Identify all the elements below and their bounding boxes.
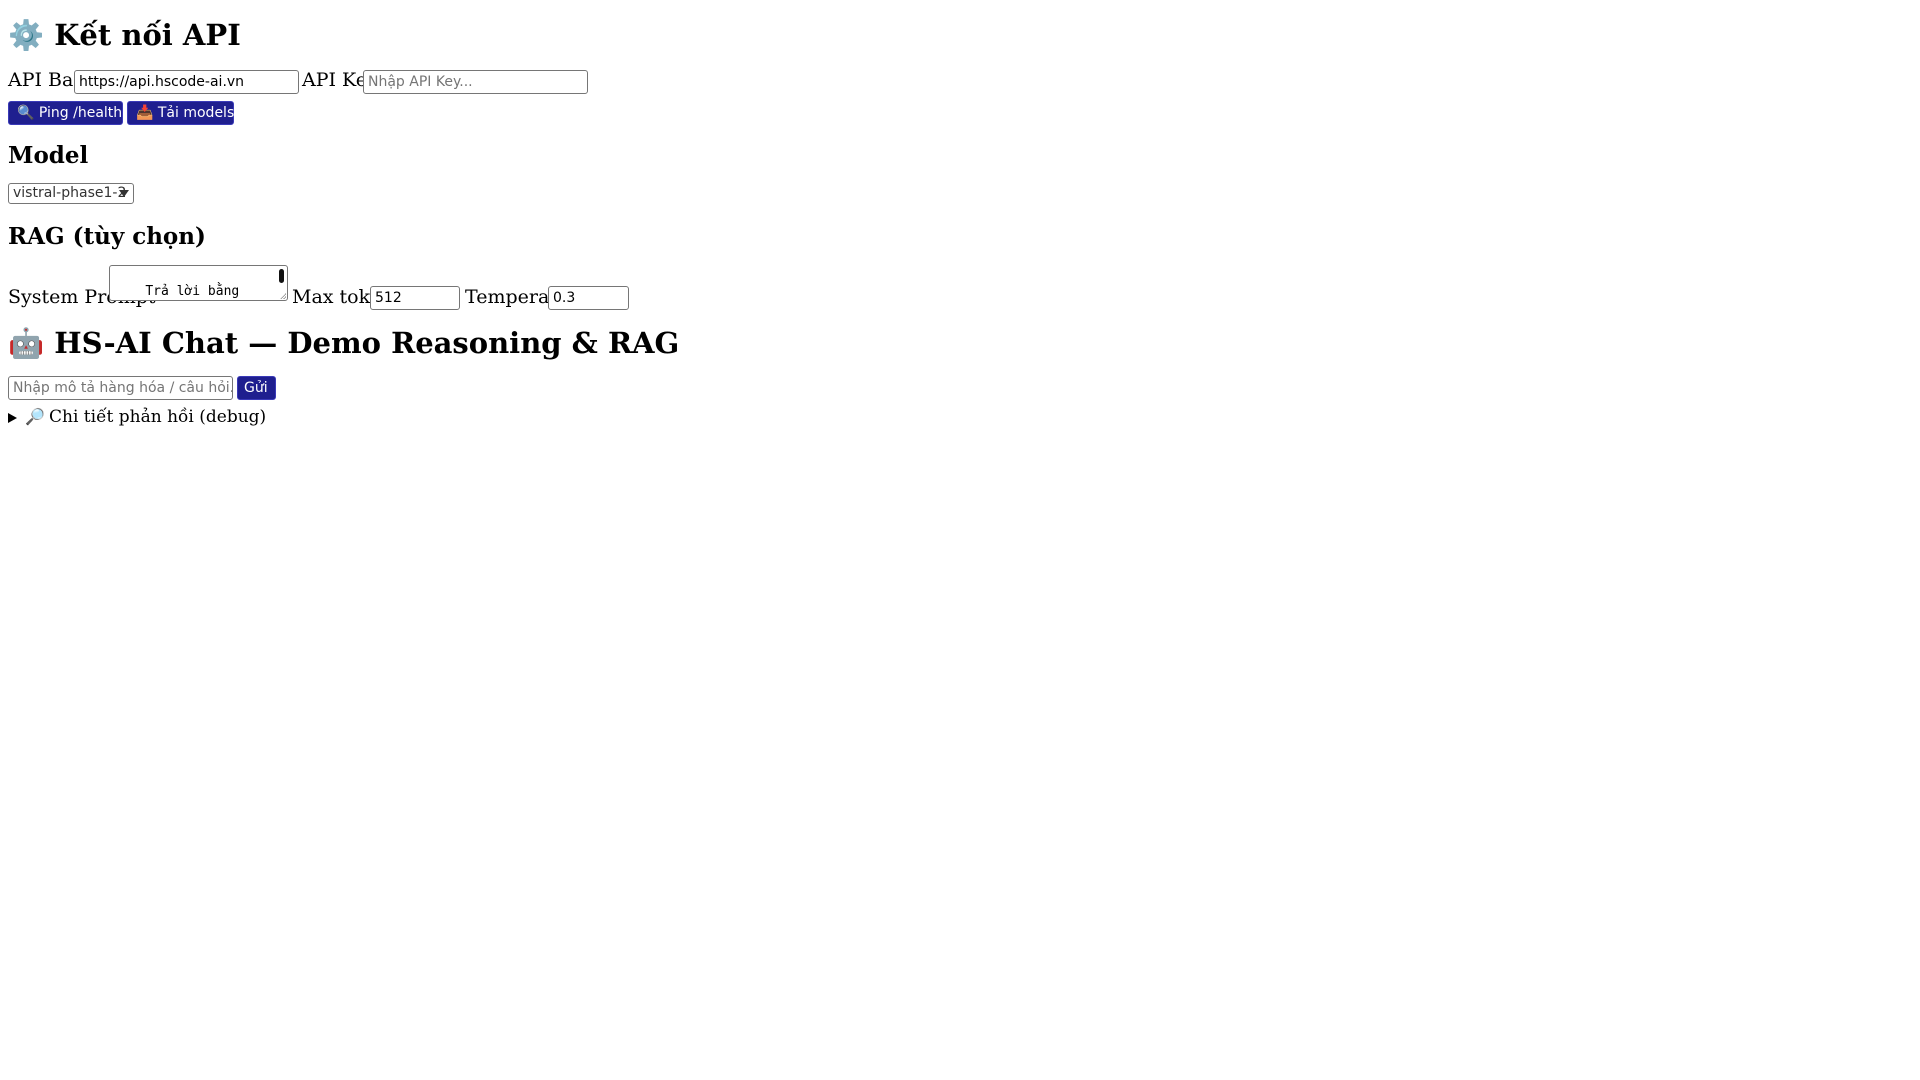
gear-icon: ⚙️ xyxy=(8,18,45,52)
system-prompt-text: Trả lời bằng tiếng Việt, rõ ràng, ngắn g… xyxy=(145,284,240,299)
system-prompt-textarea[interactable]: Trả lời bằng tiếng Việt, rõ ràng, ngắn g… xyxy=(109,265,288,301)
chat-section-title-text: HS-AI Chat — Demo Reasoning & RAG xyxy=(54,326,680,360)
ping-health-button[interactable]: 🔍 Ping /health xyxy=(8,101,123,125)
resize-handle-icon[interactable] xyxy=(280,293,286,299)
magnifier-icon: 🔎 xyxy=(25,407,45,426)
model-select-value: vistral-phase1-2 xyxy=(13,185,127,201)
api-base-input[interactable]: https://api.hscode-ai.vn xyxy=(74,70,299,94)
robot-icon: 🤖 xyxy=(8,326,45,360)
message-input[interactable]: Nhập mô tả hàng hóa / câu hỏi... xyxy=(8,376,233,400)
textarea-scrollbar[interactable] xyxy=(279,269,284,283)
temperature-input[interactable]: 0.3 xyxy=(548,286,629,310)
disclosure-triangle-icon xyxy=(8,413,17,423)
debug-summary-label: Chi tiết phản hồi (debug) xyxy=(49,407,267,427)
chevron-down-icon xyxy=(119,190,129,197)
max-tokens-input[interactable]: 512 xyxy=(370,286,460,310)
rag-section-title: RAG (tùy chọn) xyxy=(8,223,206,250)
api-key-input[interactable]: Nhập API Key... xyxy=(363,70,588,94)
send-button[interactable]: Gửi xyxy=(237,376,276,400)
load-models-button[interactable]: 📥 Tải models xyxy=(127,101,234,125)
api-section-title: ⚙️ Kết nối API xyxy=(8,21,241,50)
chat-section-title: 🤖 HS-AI Chat — Demo Reasoning & RAG xyxy=(8,329,679,358)
page: ⚙️ Kết nối API API Base https://api.hsco… xyxy=(0,0,1920,1080)
model-section-title: Model xyxy=(8,142,89,169)
api-section-title-text: Kết nối API xyxy=(54,18,241,52)
model-select[interactable]: vistral-phase1-2 xyxy=(8,183,134,204)
